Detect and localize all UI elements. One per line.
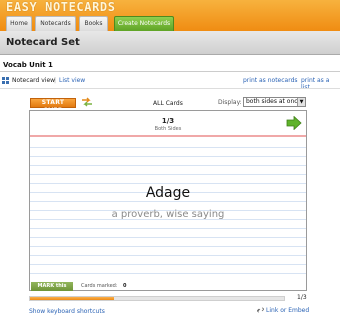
cards-marked-label: Cards marked: [81, 283, 118, 289]
link-embed-link[interactable]: Link or Embed [257, 307, 309, 314]
next-card-arrow-icon[interactable] [286, 115, 302, 131]
card-definition: a proverb, wise saying [111, 209, 225, 220]
chevron-down-icon: ▼ [297, 98, 305, 106]
grid-icon [2, 77, 9, 84]
app-logo[interactable]: EASY NOTECARDS [6, 0, 116, 14]
card-sides-label: Both Sides [154, 126, 182, 132]
display-select-value: both sides at once [246, 98, 302, 105]
progress-fill [30, 297, 114, 300]
tab-books[interactable]: Books [79, 16, 108, 31]
main-nav: Home Notecards Books Create Notecards [0, 16, 340, 31]
display-select[interactable]: both sides at once ▼ [243, 97, 306, 107]
set-name: Vocab Unit 1 [3, 61, 53, 69]
print-notecards-link[interactable]: print as notecards [243, 77, 298, 84]
all-cards-label: ALL Cards [153, 100, 183, 107]
notecard-view-label: Notecard view [12, 77, 56, 84]
view-bar: Notecard view | List view print as notec… [2, 76, 338, 91]
create-notecards-button[interactable]: Create Notecards [114, 16, 174, 31]
link-icon [257, 307, 264, 313]
display-label: Display: [218, 99, 242, 106]
list-view-link[interactable]: List view [59, 77, 85, 84]
keyboard-shortcuts-link[interactable]: Show keyboard shortcuts [29, 308, 105, 315]
section-title-bar: Notecard Set [0, 31, 340, 55]
tab-notecards[interactable]: Notecards [35, 16, 76, 31]
page-title: Notecard Set [6, 37, 80, 48]
app-header: EASY NOTECARDS Home Notecards Books Crea… [0, 0, 340, 31]
card-counter: 1/3 [161, 117, 175, 125]
view-separator: | [54, 77, 57, 84]
shuffle-icon[interactable] [81, 97, 93, 107]
card-header: 1/3 Both Sides [30, 111, 306, 137]
notecard[interactable]: 1/3 Both Sides Adage a proverb, wise say… [29, 110, 307, 298]
card-term: Adage [145, 185, 191, 201]
progress-label: 1/3 [297, 294, 307, 301]
cards-marked-count: 0 [123, 283, 127, 289]
divider [0, 88, 340, 89]
start-over-button[interactable]: START OVER [30, 98, 76, 114]
progress-bar [29, 296, 285, 301]
divider [0, 71, 340, 72]
mark-card-button[interactable]: MARK this card [31, 282, 73, 298]
link-embed-label: Link or Embed [266, 307, 310, 314]
card-footer: MARK this card Cards marked: 0 [30, 282, 306, 298]
tab-home[interactable]: Home [6, 16, 32, 31]
